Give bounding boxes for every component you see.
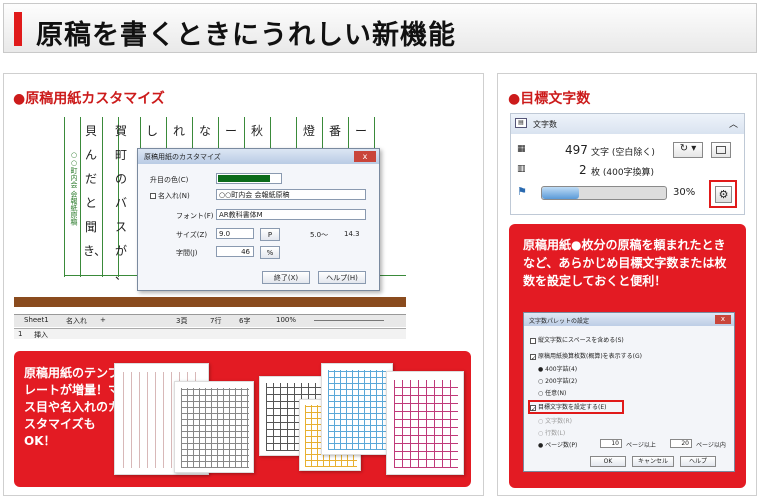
radio-target-lines[interactable]: ○ 行数(L) <box>538 428 565 437</box>
name-checkbox-label[interactable]: 名入れ(N) <box>150 191 190 201</box>
radio-400[interactable]: ● 400字詰(4) <box>538 364 577 373</box>
col-char-9: 番 <box>328 124 341 138</box>
col-char-3: し <box>145 124 158 138</box>
checkbox-icon[interactable] <box>150 193 156 199</box>
option-set-target[interactable]: ✓ 目標文字数を設定する(E) <box>530 402 606 413</box>
size-label: サイズ(Z) <box>176 231 208 239</box>
page-header: 原稿を書くときにうれしい新機能 <box>3 3 757 53</box>
radio-200[interactable]: ○ 200字詰(2) <box>538 376 577 385</box>
manuscript-screenshot: さんだと聞き、 貝 賀町のバスが、 し れ な ー 秋 燈 番 ー ○○町内会 … <box>14 117 406 339</box>
palette-settings-dialog: 文字数パレットの設定 x 縦文字数にスペースを含める(S) ✓ 原稿用紙換算枚数(… <box>523 312 735 472</box>
finish-button[interactable]: 終了(X) <box>262 271 310 284</box>
col-char-6: ー <box>224 124 237 138</box>
pages-max-label: ページ以内 <box>696 442 726 449</box>
col-char-8: 燈 <box>302 124 315 138</box>
grid-color-select[interactable] <box>216 173 282 184</box>
status-chars: 6字 <box>239 317 251 325</box>
progress-bar <box>541 186 667 200</box>
collapse-icon[interactable]: ︿ <box>729 117 738 130</box>
pane-title: 文字数 <box>533 120 557 129</box>
section-title-target: ●目標文字数 <box>508 91 591 107</box>
text-column-1-head: 貝 <box>83 119 99 143</box>
flag-icon: ⚑ <box>517 185 527 198</box>
dialog-title: 原稿用紙のカスタマイズ <box>138 149 379 164</box>
close-button[interactable]: x <box>354 151 376 162</box>
pages-value: 2 <box>579 163 587 177</box>
pages-icon: ▥ <box>517 164 526 174</box>
radio-target-chars[interactable]: ○ 文字数(R) <box>538 416 572 425</box>
cancel-button[interactable]: キャンセル <box>632 456 674 467</box>
pages-label: 枚 (400字換算) <box>591 168 655 178</box>
spacing-label: 字間(J) <box>176 249 198 257</box>
font-select[interactable]: AR教科書体M <box>216 209 366 220</box>
target-banner: 原稿用紙●枚分の原稿を頼まれたときなど、あらかじめ目標文字数または枚数を設定して… <box>509 224 746 488</box>
help-button[interactable]: ヘルプ(H) <box>318 271 366 284</box>
page-indicator: 1 <box>18 330 23 338</box>
add-sheet-button[interactable]: + <box>100 316 106 324</box>
name-input[interactable]: ○○町内会 会報紙原稿 <box>216 189 366 200</box>
template-sample-6 <box>386 371 464 475</box>
counter-icon: ▤ <box>515 118 527 128</box>
paper-customize-dialog: 原稿用紙のカスタマイズ x 升目の色(C) 名入れ(N) ○○町内会 会報紙原稿… <box>137 148 380 291</box>
close-icon[interactable]: x <box>715 315 731 324</box>
settings-highlight: ⚙ <box>709 180 737 208</box>
spacing-unit-button[interactable]: % <box>260 246 280 259</box>
ok-button[interactable]: OK <box>590 456 626 467</box>
tab-name[interactable]: 名入れ <box>66 316 87 326</box>
col-char-4: れ <box>172 124 185 138</box>
text-column-2: 賀町のバスが、 <box>114 124 127 282</box>
chars-label: 文字 (空白除く) <box>591 148 655 158</box>
grid-color-label: 升目の色(C) <box>150 176 189 184</box>
status-line: 7行 <box>210 317 222 325</box>
sheet-tabs: Sheet1 名入れ + 3頁 7行 6字 100% <box>14 314 406 327</box>
size-select[interactable]: 9.0 <box>216 228 254 239</box>
pane-header: ▤ 文字数 ︿ <box>511 114 744 134</box>
pages-max-input[interactable]: 20 <box>670 439 692 448</box>
refresh-button[interactable]: ↻ ▾ <box>673 142 703 158</box>
progress-label: 30% <box>673 187 696 198</box>
char-count-pane: ▤ 文字数 ︿ ▦ 497 文字 (空白除く) ▥ 2 枚 (400字換算) ↻… <box>510 113 745 215</box>
template-sample-2 <box>174 381 254 473</box>
chars-value: 497 <box>565 143 588 157</box>
col-char-5: な <box>198 124 211 138</box>
template-banner: 原稿用紙のテンプレートが増量！マス目や名入れのカスタマイズもOK！ <box>14 351 471 487</box>
col-char-10: ー <box>354 124 367 138</box>
zoom-slider[interactable] <box>314 320 384 321</box>
font-label: フォント(F) <box>176 212 214 220</box>
status-page: 3頁 <box>176 317 188 325</box>
template-sample-5 <box>321 363 393 455</box>
window-icon <box>716 146 726 154</box>
status-bar: 1 挿入 <box>14 328 406 339</box>
radio-target-pages[interactable]: ● ページ数(P) <box>538 440 577 449</box>
size-unit-button[interactable]: P <box>260 228 280 241</box>
page-title: 原稿を書くときにうれしい新機能 <box>36 20 456 51</box>
insert-mode: 挿入 <box>34 331 48 339</box>
pages-min-input[interactable]: 10 <box>600 439 622 448</box>
option-show-pages[interactable]: ✓ 原稿用紙換算枚数(概算)を表示する(G) <box>530 351 642 362</box>
chars-icon: ▦ <box>517 144 526 154</box>
spacing-input[interactable]: 46 <box>216 246 254 257</box>
size-range: 5.0〜 <box>310 231 329 239</box>
pages-min-label: ページ以上 <box>626 442 656 449</box>
radio-custom[interactable]: ○ 任意(N) <box>538 388 566 397</box>
tab-sheet1[interactable]: Sheet1 <box>24 316 49 324</box>
target-banner-text: 原稿用紙●枚分の原稿を頼まれたときなど、あらかじめ目標文字数または枚数を設定して… <box>523 238 727 288</box>
col-char-7: 秋 <box>250 124 263 138</box>
section-title-template: ●原稿用紙カスタマイズ <box>13 91 165 107</box>
option-include-spaces[interactable]: 縦文字数にスペースを含める(S) <box>530 335 624 344</box>
header-accent-bar <box>14 12 22 46</box>
vertical-name-label: ○○町内会 会報紙原稿 <box>70 151 78 226</box>
size-max: 14.3 <box>344 230 360 238</box>
template-banner-text: 原稿用紙のテンプレートが増量！マス目や名入れのカスタマイズもOK！ <box>24 366 121 448</box>
settings-dialog-title: 文字数パレットの設定 <box>524 313 734 326</box>
zoom-level[interactable]: 100% <box>276 316 296 324</box>
desk-edge <box>14 297 406 307</box>
view-button[interactable] <box>711 142 731 158</box>
help-button[interactable]: ヘルプ <box>680 456 716 467</box>
gear-icon[interactable]: ⚙ <box>715 186 732 203</box>
